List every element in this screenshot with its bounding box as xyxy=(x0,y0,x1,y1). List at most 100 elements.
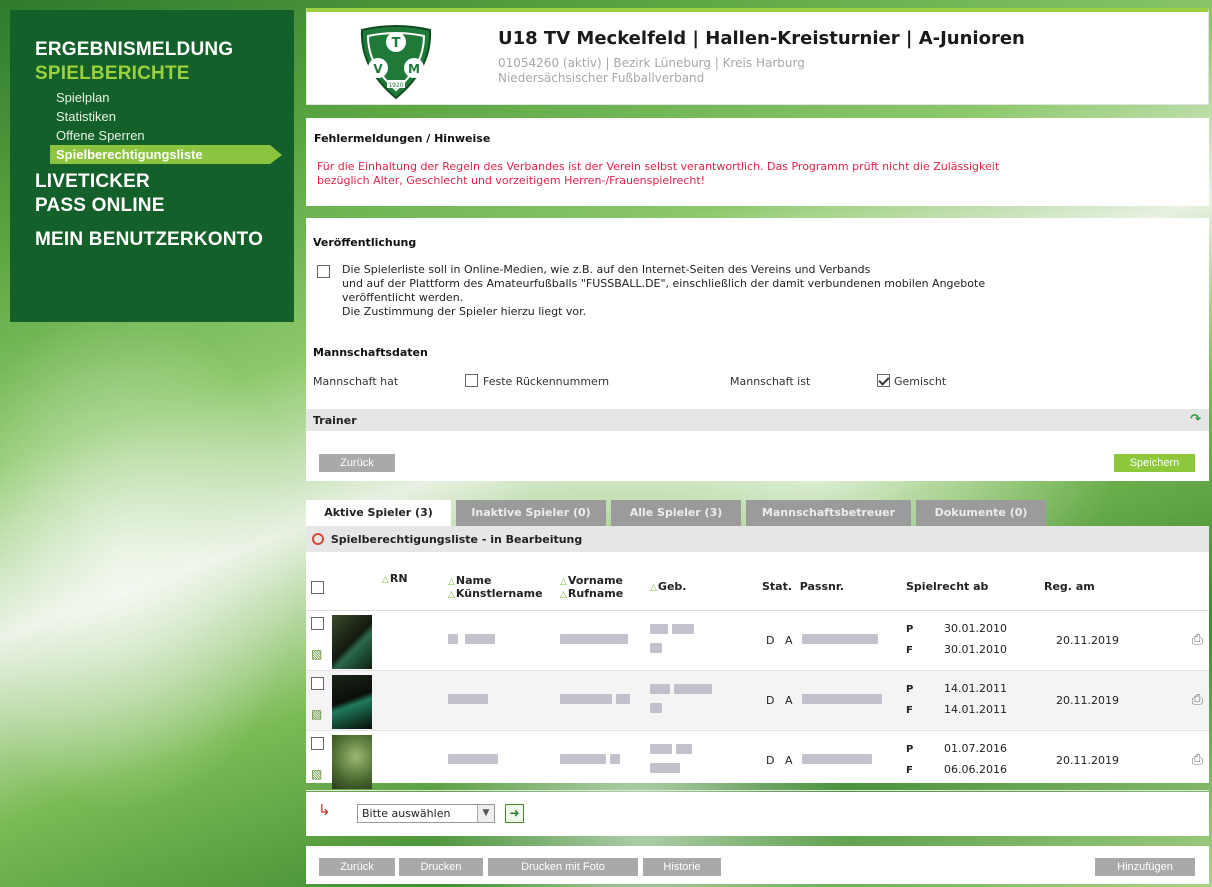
col-passnr: Passnr. xyxy=(799,580,844,594)
nav-item-statistiken[interactable]: Statistiken xyxy=(56,107,294,126)
nav-pass-online[interactable]: PASS ONLINE xyxy=(35,194,294,218)
nav-account[interactable]: MEIN BENUTZERKONTO xyxy=(35,228,294,252)
player-list-panel: Spielberechtigungsliste - in Bearbeitung… xyxy=(306,526,1209,791)
nav-spielberichte[interactable]: SPIELBERICHTE xyxy=(35,62,294,86)
col-nickname[interactable]: Rufname xyxy=(568,587,623,600)
select-all-checkbox[interactable] xyxy=(311,580,324,594)
logo-year: 1920 xyxy=(388,82,403,89)
nav-sub-list: Spielplan Statistiken Offene Sperren Spi… xyxy=(50,88,294,164)
col-rn[interactable]: RN xyxy=(390,572,408,585)
nav-item-offene-sperren[interactable]: Offene Sperren xyxy=(56,126,294,145)
trainer-bar[interactable]: Trainer ↷ xyxy=(306,409,1209,431)
sort-icon[interactable]: △ xyxy=(382,575,389,585)
player-card-icon[interactable]: ▧ xyxy=(311,707,322,721)
sort-icon[interactable]: △ xyxy=(560,577,567,587)
print-icon[interactable]: ⎙ xyxy=(1192,752,1203,768)
publication-line: und auf der Plattform des Amateurfußball… xyxy=(342,277,986,290)
mixed-label: Gemischt xyxy=(894,375,947,388)
tab-inaktive-spieler[interactable]: Inaktive Spieler (0) xyxy=(456,500,606,526)
col-birth[interactable]: Geb. xyxy=(658,580,687,593)
sort-icon[interactable]: △ xyxy=(448,577,455,587)
logo-letter-m: M xyxy=(408,62,420,76)
col-first-name[interactable]: Vorname xyxy=(568,574,623,587)
sort-icon[interactable]: △ xyxy=(650,583,657,593)
fixed-numbers-label: Feste Rückennummern xyxy=(483,375,610,388)
sort-icon[interactable]: △ xyxy=(560,590,567,600)
team-is-label: Mannschaft ist xyxy=(730,375,811,388)
col-stat: Stat. xyxy=(762,580,793,594)
player-photo xyxy=(332,614,372,669)
back-button[interactable]: Zurück xyxy=(319,454,395,472)
form-panel: Veröffentlichung Die Spielerliste soll i… xyxy=(306,218,1209,481)
player-photo xyxy=(332,734,372,789)
player-status: A xyxy=(784,693,793,707)
play-right-f: 30.01.2010 xyxy=(944,643,1007,656)
fixed-numbers-checkbox[interactable] xyxy=(465,374,478,387)
tab-dokumente[interactable]: Dokumente (0) xyxy=(916,500,1046,526)
error-title: Fehlermeldungen / Hinweise xyxy=(314,132,491,145)
player-photo xyxy=(332,674,372,729)
registered-date: 20.11.2019 xyxy=(1044,610,1158,671)
player-table: △RN △Name △Künstlername △Vorname △Rufnam… xyxy=(306,564,1209,791)
club-header: T V M 1920 U18 TV Meckelfeld | Hallen-Kr… xyxy=(306,8,1209,105)
tab-aktive-spieler[interactable]: Aktive Spieler (3) xyxy=(306,500,451,526)
print-button[interactable]: Drucken xyxy=(399,858,483,876)
error-panel: Fehlermeldungen / Hinweise Für die Einha… xyxy=(306,118,1209,206)
back-button-bottom[interactable]: Zurück xyxy=(319,858,395,876)
bulk-action-bar: ↳ Bitte auswählen ▼ ➜ xyxy=(306,792,1209,836)
print-photo-button[interactable]: Drucken mit Foto xyxy=(488,858,638,876)
page-title: U18 TV Meckelfeld | Hallen-Kreisturnier … xyxy=(498,28,1025,49)
list-header: Spielberechtigungsliste - in Bearbeitung xyxy=(306,526,1209,552)
play-right-f: 14.01.2011 xyxy=(944,703,1007,716)
play-right-p: 01.07.2016 xyxy=(944,742,1007,755)
add-button[interactable]: Hinzufügen xyxy=(1095,858,1195,876)
nav-item-spielberechtigungsliste[interactable]: Spielberechtigungsliste xyxy=(50,145,282,164)
mixed-checkbox[interactable] xyxy=(877,374,890,387)
logo-letter-t: T xyxy=(392,36,401,51)
club-logo: T V M 1920 xyxy=(360,25,432,100)
player-card-icon[interactable]: ▧ xyxy=(311,647,322,661)
nav-ergebnismeldung[interactable]: ERGEBNISMELDUNG xyxy=(35,38,294,62)
play-right-p: 14.01.2011 xyxy=(944,682,1007,695)
table-row: ▧ D A P 01.07.2016 F 06.06.2016 20.11.2019… xyxy=(306,730,1209,791)
corner-arrow-icon: ↳ xyxy=(318,801,331,819)
print-icon[interactable]: ⎙ xyxy=(1192,692,1203,708)
table-row: ▧ D A P 30.01.2010 F 30.01.2010 20.11.2019… xyxy=(306,610,1209,671)
error-line: Für die Einhaltung der Regeln des Verban… xyxy=(317,160,1000,173)
sort-icon[interactable]: △ xyxy=(448,590,455,600)
registered-date: 20.11.2019 xyxy=(1044,670,1158,731)
player-status: A xyxy=(784,753,793,767)
team-data-row: Mannschaft hat Feste Rückennummern Manns… xyxy=(313,374,1193,391)
registered-date: 20.11.2019 xyxy=(1044,730,1158,791)
table-header-row: △RN △Name △Künstlername △Vorname △Rufnam… xyxy=(306,564,1209,611)
bulk-action-select[interactable]: Bitte auswählen ▼ xyxy=(357,804,495,823)
team-has-label: Mannschaft hat xyxy=(313,375,399,388)
expand-icon[interactable]: ↷ xyxy=(1190,412,1201,427)
row-checkbox[interactable] xyxy=(311,736,324,750)
nationality: D xyxy=(766,693,775,707)
error-line: bezüglich Alter, Geschlecht und vorzeiti… xyxy=(317,174,706,187)
col-name[interactable]: Name xyxy=(456,574,492,587)
go-arrow-button[interactable]: ➜ xyxy=(505,804,524,823)
player-card-icon[interactable]: ▧ xyxy=(311,767,322,781)
nav-liveticker[interactable]: LIVETICKER xyxy=(35,170,294,194)
trainer-label: Trainer xyxy=(313,414,357,427)
bottom-toolbar: Zurück Drucken Drucken mit Foto Historie… xyxy=(306,846,1209,884)
club-meta: 01054260 (aktiv) | Bezirk Lüneburg | Kre… xyxy=(498,56,805,70)
col-artist-name[interactable]: Künstlername xyxy=(456,587,543,600)
tab-mannschaftsbetreuer[interactable]: Mannschaftsbetreuer xyxy=(746,500,911,526)
tab-alle-spieler[interactable]: Alle Spieler (3) xyxy=(611,500,741,526)
publication-title: Veröffentlichung xyxy=(313,236,417,249)
save-button[interactable]: Speichern xyxy=(1114,454,1195,472)
history-button[interactable]: Historie xyxy=(643,858,721,876)
row-checkbox[interactable] xyxy=(311,676,324,690)
player-status: A xyxy=(784,633,793,647)
publication-checkbox[interactable] xyxy=(317,265,330,278)
chevron-down-icon[interactable]: ▼ xyxy=(477,805,494,822)
row-checkbox[interactable] xyxy=(311,616,324,630)
sidebar: ERGEBNISMELDUNG SPIELBERICHTE Spielplan … xyxy=(10,10,294,322)
print-icon[interactable]: ⎙ xyxy=(1192,632,1203,648)
nav-item-spielplan[interactable]: Spielplan xyxy=(56,88,294,107)
publication-line: veröffentlicht werden. xyxy=(342,291,464,304)
select-value: Bitte auswählen xyxy=(362,807,451,820)
